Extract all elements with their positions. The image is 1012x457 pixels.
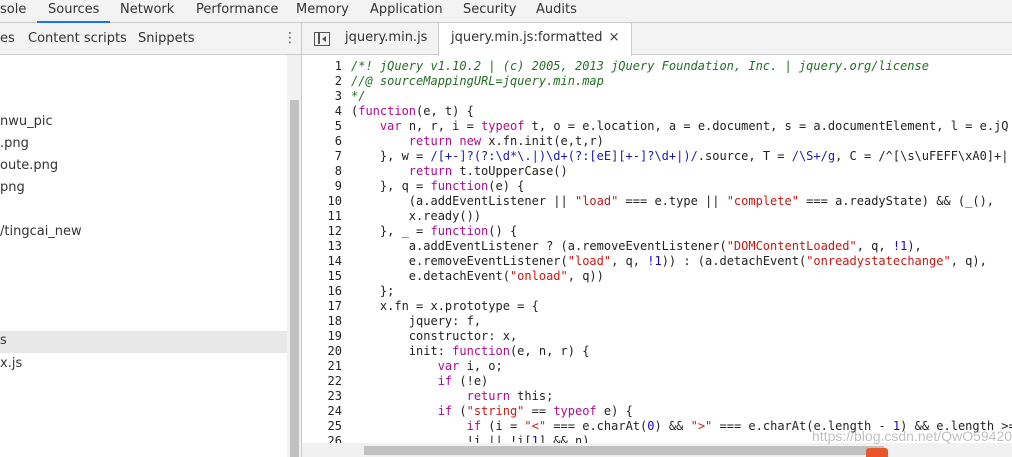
code-line: */ — [351, 89, 366, 103]
line-number[interactable]: 10 — [302, 194, 342, 209]
tree-item[interactable]: nwu_pic — [0, 112, 287, 134]
line-number[interactable]: 9 — [302, 179, 342, 194]
code-line: x.fn = x.prototype = { — [351, 299, 539, 313]
code-line: if (!e) — [437, 374, 489, 388]
code-line: var n, r, i = typeof t, o = e.location, … — [379, 119, 1009, 133]
more-vertical-icon[interactable]: ⋮ — [283, 29, 297, 47]
code-line: x.ready()) — [351, 209, 482, 223]
tab-network[interactable]: Network — [120, 0, 174, 23]
tree-item[interactable]: png — [0, 178, 287, 200]
code-line: //@ sourceMappingURL=jquery.min.map — [351, 74, 604, 88]
file-tree: nwu_pic .png oute.png png /tingcai_new s… — [0, 55, 287, 457]
watermark-logo-icon — [866, 448, 888, 457]
line-number[interactable]: 22 — [302, 374, 342, 389]
tree-item-selected[interactable]: s — [0, 331, 287, 353]
nav-tab-snippets[interactable]: Snippets — [138, 31, 194, 46]
code-line: constructor: x, — [351, 329, 518, 343]
editor-tab-jquery-min[interactable]: jquery.min.js — [345, 23, 427, 55]
tab-application[interactable]: Application — [370, 0, 443, 23]
line-number[interactable]: 19 — [302, 329, 342, 344]
tab-security[interactable]: Security — [463, 0, 516, 23]
editor-tab-label: jquery.min.js:formatted — [451, 30, 603, 45]
code-line: a.addEventListener ? (a.removeEventListe… — [351, 239, 922, 253]
watermark: https://blog.csdn.net/QwO59420 — [812, 428, 1012, 444]
horizontal-scrollbar-thumb[interactable] — [364, 446, 884, 455]
tab-console[interactable]: sole — [0, 0, 26, 23]
line-number[interactable]: 15 — [302, 269, 342, 284]
code-line: e.removeEventListener("load", q, !1)) : … — [351, 254, 987, 268]
line-number[interactable]: 21 — [302, 359, 342, 374]
devtools-panel-tabs: sole Sources Network Performance Memory … — [0, 0, 1012, 23]
tab-memory[interactable]: Memory — [296, 0, 349, 23]
line-number[interactable]: 12 — [302, 224, 342, 239]
code-line: init: function(e, n, r) { — [351, 344, 590, 358]
code-line: var i, o; — [437, 359, 503, 373]
line-number-gutter: 1 2 3 4 5 6 7 8 9 10 11 12 13 14 15 16 17 18 19 20 21 22 23 24 2… — [302, 56, 344, 457]
line-number[interactable]: 2 — [302, 74, 342, 89]
line-number[interactable]: 11 — [302, 209, 342, 224]
line-number[interactable]: 20 — [302, 344, 342, 359]
tree-item[interactable]: x.js — [0, 354, 287, 376]
code-editor[interactable]: 1 2 3 4 5 6 7 8 9 10 11 12 13 14 15 16 17 18 19 20 21 22 23 24 2… — [302, 56, 1012, 457]
nav-tab-content-scripts[interactable]: Content scripts — [28, 31, 127, 46]
tree-item[interactable]: /tingcai_new — [0, 222, 287, 244]
line-number[interactable]: 16 — [302, 284, 342, 299]
tab-performance[interactable]: Performance — [196, 0, 278, 23]
navigator-tabs: es Content scripts Snippets ⋮ — [0, 23, 302, 55]
code-line: }; — [351, 284, 395, 298]
tree-item[interactable]: .png — [0, 134, 287, 156]
tab-sources[interactable]: Sources — [37, 0, 111, 23]
code-line: (a.addEventListener || "load" === e.type… — [351, 194, 995, 208]
line-number[interactable]: 24 — [302, 404, 342, 419]
line-number[interactable]: 14 — [302, 254, 342, 269]
line-number[interactable]: 3 — [302, 89, 342, 104]
line-number[interactable]: 8 — [302, 164, 342, 179]
code-line: return new x.fn.init(e,t,r) — [408, 134, 604, 148]
line-number[interactable]: 18 — [302, 314, 342, 329]
editor-tabs: jquery.min.js jquery.min.js:formatted × — [302, 23, 1012, 56]
line-number[interactable]: 7 — [302, 149, 342, 164]
line-number[interactable]: 5 — [302, 119, 342, 134]
line-number[interactable]: 4 — [302, 104, 342, 119]
code-line: if ("string" == typeof e) { — [437, 404, 633, 418]
line-number[interactable]: 23 — [302, 389, 342, 404]
nav-tab-overrides[interactable]: es — [0, 31, 15, 46]
code-line: (function(e, t) { — [351, 104, 474, 118]
navigator-scrollbar-thumb[interactable] — [290, 100, 299, 457]
code-line: }, _ = function() { — [351, 224, 518, 238]
code-line: return t.toUpperCase() — [408, 164, 568, 178]
line-number[interactable]: 6 — [302, 134, 342, 149]
line-number[interactable]: 25 — [302, 419, 342, 434]
code-line: /*! jQuery v1.10.2 | (c) 2005, 2013 jQue… — [351, 59, 929, 73]
code-line: return this; — [466, 389, 554, 403]
tree-item[interactable]: oute.png — [0, 156, 287, 178]
toggle-navigator-icon[interactable] — [314, 32, 330, 46]
line-number[interactable]: 1 — [302, 59, 342, 74]
code-line: jquery: f, — [351, 314, 482, 328]
line-number[interactable]: 17 — [302, 299, 342, 314]
horizontal-scrollbar[interactable] — [302, 443, 1012, 457]
line-number[interactable]: 13 — [302, 239, 342, 254]
code-line: }, w = /[+-]?(?:\d*\.|)\d+(?:[eE][+-]?\d… — [351, 149, 1009, 163]
editor-tab-jquery-formatted[interactable]: jquery.min.js:formatted × — [438, 23, 633, 56]
code-line: }, q = function(e) { — [351, 179, 525, 193]
code-line: e.detachEvent("onload", q)) — [351, 269, 604, 283]
close-icon[interactable]: × — [609, 23, 620, 53]
tab-audits[interactable]: Audits — [536, 0, 577, 23]
navigator-scrollbar[interactable] — [287, 55, 302, 457]
